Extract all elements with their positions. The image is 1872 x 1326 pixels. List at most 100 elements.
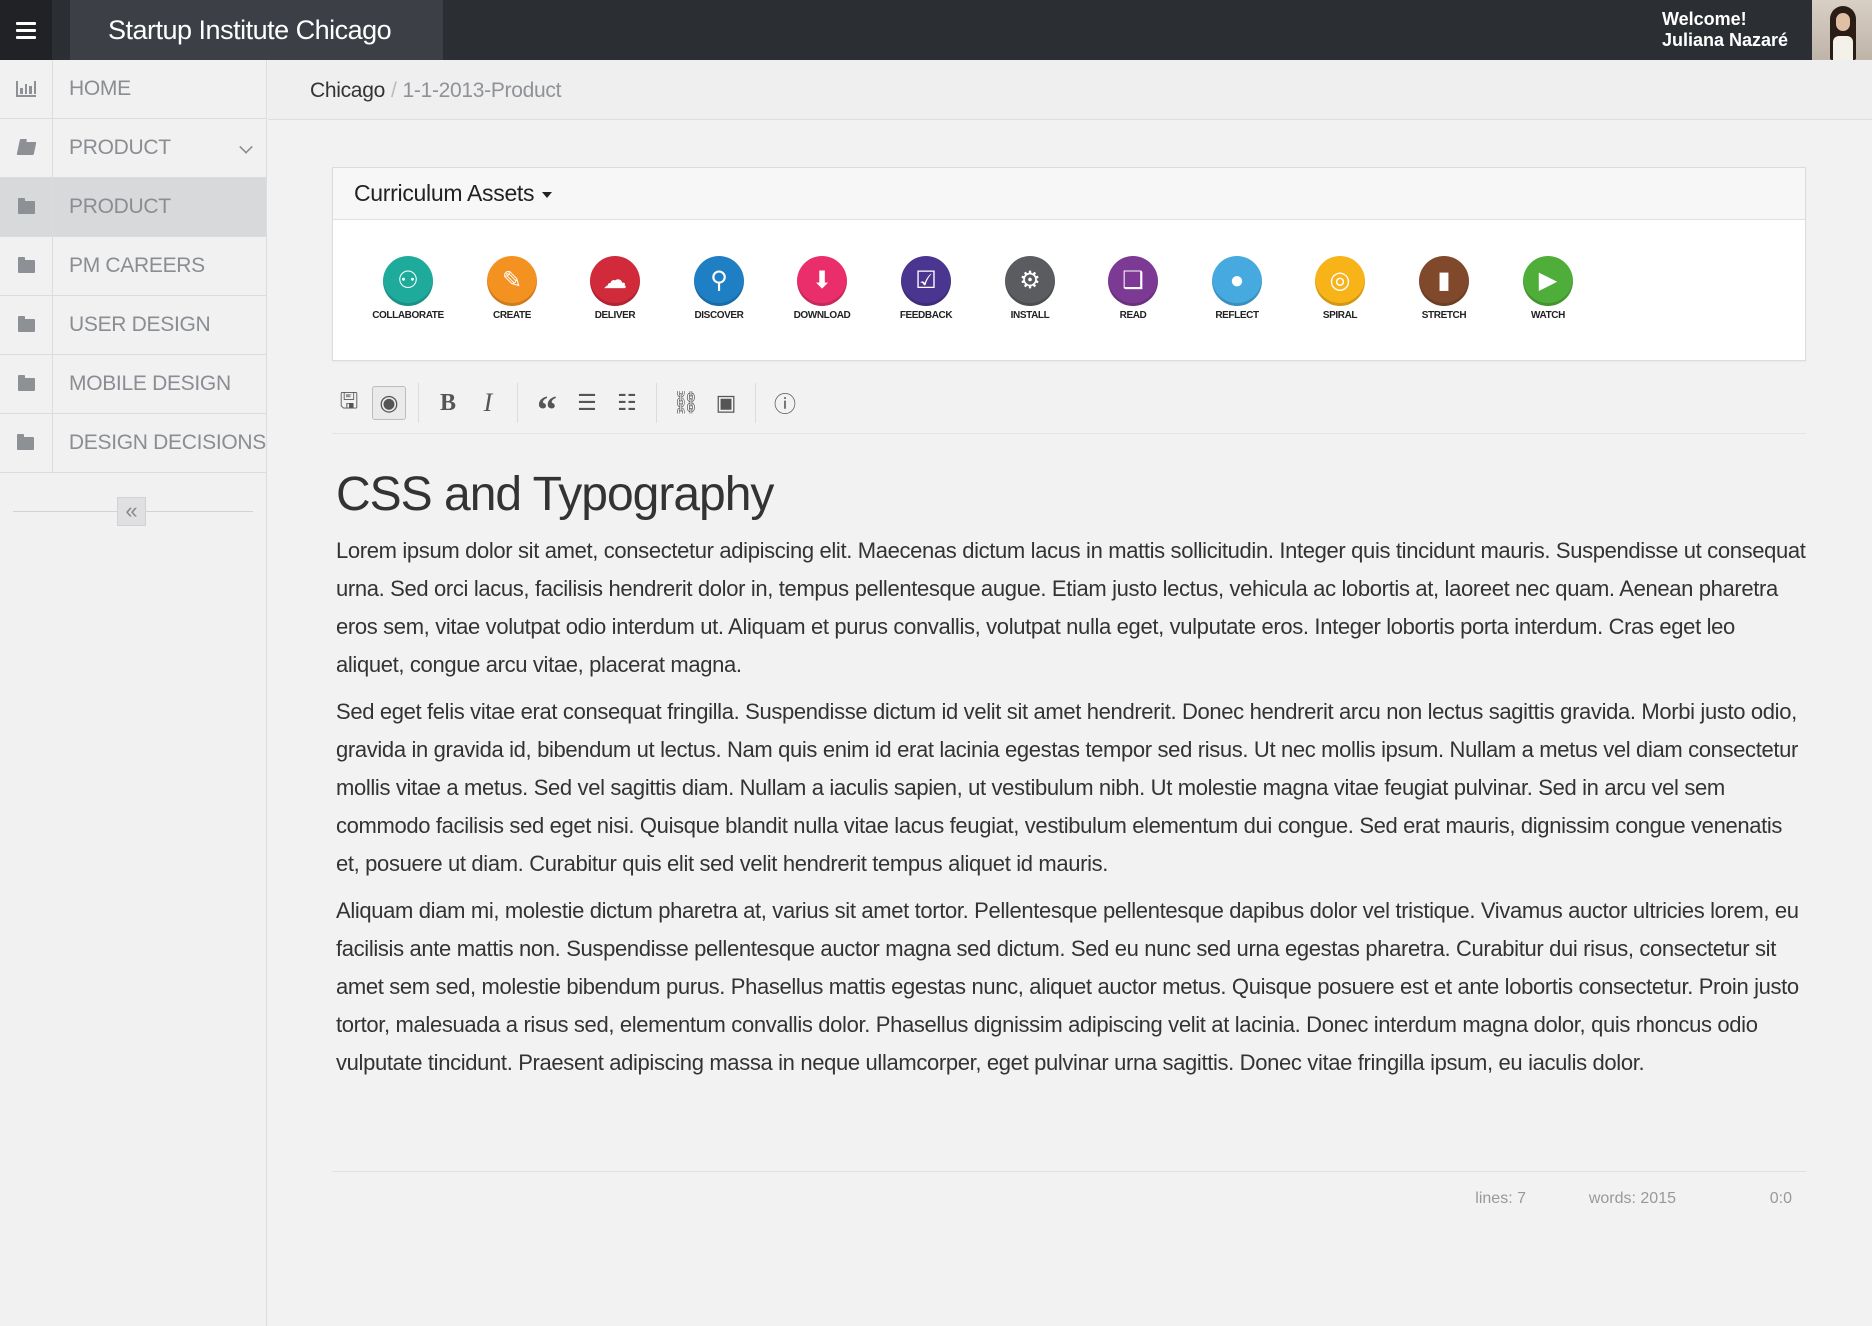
asset-label: REFLECT bbox=[1215, 310, 1259, 321]
document-title: CSS and Typography bbox=[336, 468, 774, 521]
user-name[interactable]: Juliana Nazaré bbox=[1662, 30, 1788, 51]
bold-icon[interactable]: B bbox=[431, 386, 465, 420]
asset-label: READ bbox=[1119, 310, 1147, 321]
play-icon: ▶ bbox=[1523, 256, 1573, 306]
save-icon[interactable]: 🖫 bbox=[332, 386, 366, 420]
sidebar-item-label: HOME bbox=[69, 77, 131, 100]
breadcrumb-separator: / bbox=[390, 79, 397, 102]
sidebar-collapse-button[interactable]: « bbox=[117, 497, 146, 526]
top-navbar: Startup Institute Chicago Welcome! Julia… bbox=[0, 0, 1872, 60]
book-icon: ❑ bbox=[1108, 256, 1158, 306]
folder-icon bbox=[0, 237, 53, 295]
sidebar: HOME PRODUCT PRODUCT PM CAREERS USER DESIGN M… bbox=[0, 60, 267, 1326]
sidebar-nav: HOME PRODUCT PRODUCT PM CAREERS USER DESIGN M… bbox=[0, 60, 266, 473]
folder-icon bbox=[0, 414, 53, 472]
asset-read[interactable]: ❑ READ bbox=[1088, 256, 1178, 321]
cursor-position: 0:0 bbox=[1769, 1190, 1792, 1207]
sidebar-item-label: PM CAREERS bbox=[69, 254, 205, 277]
avatar[interactable] bbox=[1812, 0, 1872, 60]
word-count: words: 2015 bbox=[1588, 1190, 1676, 1207]
thought-bubble-icon: ● bbox=[1212, 256, 1262, 306]
hamburger-menu-icon[interactable] bbox=[0, 0, 52, 60]
pencil-icon: ✎ bbox=[487, 256, 537, 306]
people-icon: ⚇ bbox=[383, 256, 433, 306]
sidebar-item-product[interactable]: PRODUCT bbox=[0, 119, 266, 178]
asset-deliver[interactable]: ☁ DELIVER bbox=[570, 256, 660, 321]
curriculum-assets-panel: Curriculum Assets ⚇ COLLABORATE ✎ CREATE ☁ DE… bbox=[332, 167, 1806, 361]
editor-statusbar: lines: 7 words: 2015 0:0 bbox=[332, 1171, 1806, 1221]
document-preview[interactable]: CSS and Typography Lorem ipsum dolor sit… bbox=[336, 440, 1806, 1090]
app-title[interactable]: Startup Institute Chicago bbox=[70, 0, 443, 60]
curriculum-assets-dropdown[interactable]: Curriculum Assets bbox=[333, 168, 1805, 220]
numbered-list-icon[interactable]: ☷ bbox=[610, 386, 644, 420]
breadcrumb: Chicago/1-1-2013-Product bbox=[268, 60, 1872, 120]
sidebar-item-label: MOBILE DESIGN bbox=[69, 372, 231, 395]
lightbulb-icon: ⚲ bbox=[694, 256, 744, 306]
asset-label: DELIVER bbox=[594, 310, 636, 321]
asset-discover[interactable]: ⚲ DISCOVER bbox=[674, 256, 764, 321]
asset-stretch[interactable]: ▮ STRETCH bbox=[1399, 256, 1489, 321]
quote-icon[interactable]: “ bbox=[530, 386, 564, 430]
cloud-upload-icon: ☁ bbox=[590, 256, 640, 306]
sidebar-item-home[interactable]: HOME bbox=[0, 60, 266, 119]
italic-icon[interactable]: I bbox=[471, 386, 505, 420]
chevron-down-icon bbox=[239, 140, 253, 154]
asset-label: FEEDBACK bbox=[899, 310, 953, 321]
asset-install[interactable]: ⚙ INSTALL bbox=[985, 256, 1075, 321]
toolbar-separator bbox=[517, 383, 518, 423]
document-paragraph: Aliquam diam mi, molestie dictum pharetr… bbox=[336, 898, 1799, 1075]
editor-toolbar: 🖫 ◉ B I “ ☰ ☷ ⛓ ▣ ⓘ bbox=[332, 373, 1806, 434]
sidebar-item-design-decisions[interactable]: DESIGN DECISIONS bbox=[0, 414, 266, 473]
bullet-list-icon[interactable]: ☰ bbox=[570, 386, 604, 420]
asset-reflect[interactable]: ● REFLECT bbox=[1192, 256, 1282, 321]
asset-label: DISCOVER bbox=[694, 310, 744, 321]
sidebar-item-label: DESIGN DECISIONS bbox=[68, 431, 266, 454]
bar-chart-icon: ▮ bbox=[1419, 256, 1469, 306]
toolbar-separator bbox=[656, 383, 657, 423]
asset-label: INSTALL bbox=[1010, 310, 1050, 321]
asset-label: SPIRAL bbox=[1322, 310, 1358, 321]
image-icon[interactable]: ▣ bbox=[709, 386, 743, 420]
breadcrumb-item-chicago[interactable]: Chicago bbox=[310, 79, 385, 102]
asset-collaborate[interactable]: ⚇ COLLABORATE bbox=[363, 256, 453, 321]
line-count: lines: 7 bbox=[1475, 1190, 1526, 1207]
bar-chart-icon bbox=[0, 60, 53, 118]
sidebar-item-product[interactable]: PRODUCT bbox=[0, 178, 266, 237]
spiral-icon: ◎ bbox=[1315, 256, 1365, 306]
welcome-message: Welcome! Juliana Nazaré bbox=[1662, 9, 1788, 51]
folder-icon bbox=[0, 296, 53, 354]
asset-label: CREATE bbox=[493, 310, 531, 321]
gears-icon: ⚙ bbox=[1005, 256, 1055, 306]
document-paragraph: Sed eget felis vitae erat consequat frin… bbox=[336, 699, 1798, 876]
asset-watch[interactable]: ▶ WATCH bbox=[1503, 256, 1593, 321]
asset-label: COLLABORATE bbox=[372, 310, 444, 321]
toolbar-separator bbox=[418, 383, 419, 423]
sidebar-item-label: USER DESIGN bbox=[69, 313, 211, 336]
sidebar-item-label: PRODUCT bbox=[69, 136, 171, 159]
asset-create[interactable]: ✎ CREATE bbox=[467, 256, 557, 321]
asset-spiral[interactable]: ◎ SPIRAL bbox=[1295, 256, 1385, 321]
breadcrumb-current: 1-1-2013-Product bbox=[402, 79, 562, 102]
curriculum-assets-title: Curriculum Assets bbox=[354, 180, 535, 206]
document-paragraph: Lorem ipsum dolor sit amet, consectetur … bbox=[336, 538, 1806, 677]
asset-label: STRETCH bbox=[1421, 310, 1467, 321]
asset-icon-row: ⚇ COLLABORATE ✎ CREATE ☁ DELIVER ⚲ DISCOVER ⬇ DOW… bbox=[333, 220, 1805, 360]
download-icon: ⬇ bbox=[797, 256, 847, 306]
asset-download[interactable]: ⬇ DOWNLOAD bbox=[777, 256, 867, 321]
info-icon[interactable]: ⓘ bbox=[768, 386, 802, 420]
folder-icon bbox=[0, 178, 53, 236]
sidebar-item-pm-careers[interactable]: PM CAREERS bbox=[0, 237, 266, 296]
toolbar-separator bbox=[755, 383, 756, 423]
welcome-greeting: Welcome! bbox=[1661, 9, 1747, 29]
asset-feedback[interactable]: ☑ FEEDBACK bbox=[881, 256, 971, 321]
sidebar-item-user-design[interactable]: USER DESIGN bbox=[0, 296, 266, 355]
caret-down-icon bbox=[542, 191, 553, 198]
asset-label: DOWNLOAD bbox=[793, 310, 851, 321]
link-icon[interactable]: ⛓ bbox=[669, 386, 703, 420]
asset-label: WATCH bbox=[1531, 310, 1565, 321]
sidebar-item-label: PRODUCT bbox=[69, 195, 171, 218]
sidebar-item-mobile-design[interactable]: MOBILE DESIGN bbox=[0, 355, 266, 414]
folder-open-icon bbox=[0, 119, 53, 177]
folder-icon bbox=[0, 355, 53, 413]
preview-eye-icon[interactable]: ◉ bbox=[372, 386, 406, 420]
